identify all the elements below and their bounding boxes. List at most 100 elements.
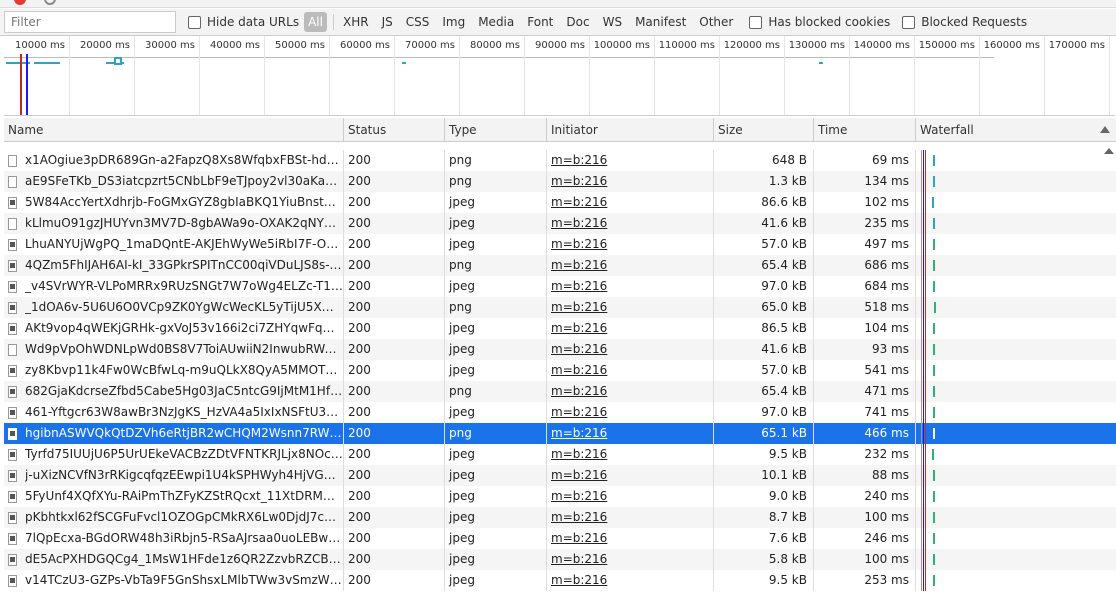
initiator-link[interactable]: m=b:216	[551, 531, 607, 545]
type-filter-other[interactable]: Other	[695, 12, 737, 32]
overview-timeline[interactable]: 10000 ms 20000 ms 30000 ms 40000 ms 50000 ms…	[4, 36, 1115, 116]
table-row[interactable]: 682GjaKdcrseZfbd5Cabe5Hg03JaC5ntcG9IjMtM…	[4, 381, 1116, 402]
column-header-size[interactable]: Size	[714, 118, 814, 142]
initiator-link[interactable]: m=b:216	[551, 510, 607, 524]
waterfall-marker-line	[923, 276, 924, 297]
initiator-link[interactable]: m=b:216	[551, 258, 607, 272]
table-row[interactable]: hgibnASWVQkQtDZVh6eRtjBR2wCHQM2Wsnn7RWhe…	[4, 423, 1116, 444]
clear-button[interactable]	[44, 0, 56, 5]
table-row[interactable]: _v4SVrWYR-VLPoMRRx9RUzSNGt7W7oWg4ELZc-T1…	[4, 276, 1116, 297]
column-header-waterfall[interactable]: Waterfall	[916, 118, 1116, 142]
cell-name[interactable]: 7lQpEcxa-BGdORW48h3iRbjn5-RSaAJrsaa0uoLE…	[4, 528, 344, 549]
table-row[interactable]: 5W84AccYertXdhrjb-FoGMxGYZ8gbIaBKQ1YiuBn…	[4, 192, 1116, 213]
table-row[interactable]: _1dOA6v-5U6U6O0VCp9ZK0YgWcWecKL5yTijU5XW…	[4, 297, 1116, 318]
table-row[interactable]: j-uXizNCVfN3rRKigcqfqzEEwpi1U4kSPHWyh4Hj…	[4, 465, 1116, 486]
type-filter-js[interactable]: JS	[378, 12, 397, 32]
cell-name[interactable]: _v4SVrWYR-VLPoMRRx9RUzSNGt7W7oWg4ELZc-T1…	[4, 276, 344, 297]
cell-status: 200	[344, 444, 445, 465]
has-blocked-cookies-toggle[interactable]: Has blocked cookies	[749, 15, 890, 29]
cell-name[interactable]: Wd9pVpOhWDNLpWd0BS8V7ToiAUwiiN2InwubRWoY…	[4, 339, 344, 360]
initiator-link[interactable]: m=b:216	[551, 237, 607, 251]
blocked-requests-toggle[interactable]: Blocked Requests	[902, 15, 1027, 29]
table-row[interactable]: Tyrfd75IUUjU6P5UrUEkeVACBzZDtVFNTKRJLjx8…	[4, 444, 1116, 465]
initiator-link[interactable]: m=b:216	[551, 405, 607, 419]
table-row[interactable]: kLlmuO91gzJHUYvn3MV7D-8gbAWa9o-OXAK2qNY8…	[4, 213, 1116, 234]
initiator-link[interactable]: m=b:216	[551, 279, 607, 293]
initiator-link[interactable]: m=b:216	[551, 552, 607, 566]
type-filter-media[interactable]: Media	[474, 12, 518, 32]
type-filter-manifest[interactable]: Manifest	[631, 12, 690, 32]
cell-name[interactable]: 5W84AccYertXdhrjb-FoGMxGYZ8gbIaBKQ1YiuBn…	[4, 192, 344, 213]
table-row[interactable]: LhuANYUjWgPQ_1maDQntE-AKJEhWyWe5iRbI7F-O…	[4, 234, 1116, 255]
hide-data-urls-toggle[interactable]: Hide data URLs	[188, 15, 299, 29]
table-row[interactable]: v14TCzU3-GZPs-VbTa9F5GnShsxLMlbTWw3vSmzW…	[4, 570, 1116, 591]
column-header-name[interactable]: Name	[4, 118, 344, 142]
cell-name[interactable]: dE5AcPXHDGQCg4_1MsW1HFde1z6QR2ZzvbRZCBdl…	[4, 549, 344, 570]
table-row[interactable]: 5FyUnf4XQfXYu-RAiPmThZFyKZStRQcxt_11XtDR…	[4, 486, 1116, 507]
initiator-link[interactable]: m=b:216	[551, 363, 607, 377]
initiator-link[interactable]: m=b:216	[551, 447, 607, 461]
table-row[interactable]: zy8Kbvp11k4Fw0WcBfwLq-m9uQLkX8QyA5MMOTV2…	[4, 360, 1116, 381]
waterfall-marker-line	[921, 297, 922, 318]
cell-name[interactable]: Tyrfd75IUUjU6P5UrUEkeVACBzZDtVFNTKRJLjx8…	[4, 444, 344, 465]
hide-data-urls-checkbox[interactable]	[188, 15, 201, 29]
type-filter-font[interactable]: Font	[523, 12, 557, 32]
cell-name[interactable]: aE9SFeTKb_DS3iatcpzrt5CNbLbF9eTJpoy2vl30…	[4, 171, 344, 192]
cell-name[interactable]: LhuANYUjWgPQ_1maDQntE-AKJEhWyWe5iRbI7F-O…	[4, 234, 344, 255]
column-header-time[interactable]: Time	[814, 118, 916, 142]
cell-name[interactable]: 682GjaKdcrseZfbd5Cabe5Hg03JaC5ntcG9IjMtM…	[4, 381, 344, 402]
scroll-up-arrow-icon[interactable]	[1104, 148, 1114, 154]
cell-name[interactable]: j-uXizNCVfN3rRKigcqfqzEEwpi1U4kSPHWyh4Hj…	[4, 465, 344, 486]
initiator-link[interactable]: m=b:216	[551, 195, 607, 209]
cell-name[interactable]: zy8Kbvp11k4Fw0WcBfwLq-m9uQLkX8QyA5MMOTV2…	[4, 360, 344, 381]
table-row[interactable]: 461-Yftgcr63W8awBr3NzJgKS_HzVA4a5IxIxNSF…	[4, 402, 1116, 423]
type-filter-ws[interactable]: WS	[599, 12, 626, 32]
cell-name[interactable]: AKt9vop4qWEKjGRHk-gxVoJ53v166i2ci7ZHYqwF…	[4, 318, 344, 339]
cell-initiator: m=b:216	[547, 318, 714, 339]
cell-name[interactable]: 461-Yftgcr63W8awBr3NzJgKS_HzVA4a5IxIxNSF…	[4, 402, 344, 423]
has-blocked-cookies-checkbox[interactable]	[749, 15, 763, 29]
initiator-link[interactable]: m=b:216	[551, 573, 607, 587]
cell-name[interactable]: x1AOgiue3pDR689Gn-a2FapzQ8Xs8WfqbxFBSt-h…	[4, 150, 344, 171]
cell-size: 86.5 kB	[714, 318, 814, 339]
type-filter-img[interactable]: Img	[438, 12, 469, 32]
table-row[interactable]: x1AOgiue3pDR689Gn-a2FapzQ8Xs8WfqbxFBSt-h…	[4, 150, 1116, 171]
column-header-status[interactable]: Status	[344, 118, 445, 142]
initiator-link[interactable]: m=b:216	[551, 342, 607, 356]
initiator-link[interactable]: m=b:216	[551, 468, 607, 482]
table-row[interactable]: 4QZm5FhIJAH6AI-kI_33GPkrSPITnCC00qiVDuLJ…	[4, 255, 1116, 276]
cell-time: 518 ms	[814, 297, 916, 318]
column-header-initiator[interactable]: Initiator	[547, 118, 714, 142]
cell-name[interactable]: 4QZm5FhIJAH6AI-kI_33GPkrSPITnCC00qiVDuLJ…	[4, 255, 344, 276]
initiator-link[interactable]: m=b:216	[551, 216, 607, 230]
cell-name[interactable]: _1dOA6v-5U6U6O0VCp9ZK0YgWcWecKL5yTijU5XW…	[4, 297, 344, 318]
column-header-type[interactable]: Type	[445, 118, 547, 142]
blocked-requests-checkbox[interactable]	[902, 15, 916, 29]
type-filter-xhr[interactable]: XHR	[339, 12, 373, 32]
record-button[interactable]	[14, 0, 26, 5]
cell-name[interactable]: kLlmuO91gzJHUYvn3MV7D-8gbAWa9o-OXAK2qNY8…	[4, 213, 344, 234]
initiator-link[interactable]: m=b:216	[551, 153, 607, 167]
initiator-link[interactable]: m=b:216	[551, 174, 607, 188]
initiator-link[interactable]: m=b:216	[551, 321, 607, 335]
table-row[interactable]: AKt9vop4qWEKjGRHk-gxVoJ53v166i2ci7ZHYqwF…	[4, 318, 1116, 339]
filter-input[interactable]	[4, 11, 176, 33]
type-filter-css[interactable]: CSS	[402, 12, 434, 32]
table-row[interactable]: aE9SFeTKb_DS3iatcpzrt5CNbLbF9eTJpoy2vl30…	[4, 171, 1116, 192]
cell-name[interactable]: hgibnASWVQkQtDZVh6eRtjBR2wCHQM2Wsnn7RWhe…	[4, 423, 344, 444]
table-row[interactable]: 7lQpEcxa-BGdORW48h3iRbjn5-RSaAJrsaa0uoLE…	[4, 528, 1116, 549]
initiator-link[interactable]: m=b:216	[551, 489, 607, 503]
cell-name[interactable]: pKbhtkxl62fSCGFuFvcl1OZOGpCMkRX6Lw0DjdJ7…	[4, 507, 344, 528]
table-row[interactable]: Wd9pVpOhWDNLpWd0BS8V7ToiAUwiiN2InwubRWoY…	[4, 339, 1116, 360]
initiator-link[interactable]: m=b:216	[551, 300, 607, 314]
cell-type: jpeg	[445, 339, 547, 360]
table-row[interactable]: pKbhtkxl62fSCGFuFvcl1OZOGpCMkRX6Lw0DjdJ7…	[4, 507, 1116, 528]
overview-tick-label: 150000 ms	[918, 40, 975, 51]
type-filter-all[interactable]: All	[304, 12, 327, 32]
cell-name[interactable]: v14TCzU3-GZPs-VbTa9F5GnShsxLMlbTWw3vSmzW…	[4, 570, 344, 591]
cell-name[interactable]: 5FyUnf4XQfXYu-RAiPmThZFyKZStRQcxt_11XtDR…	[4, 486, 344, 507]
type-filter-doc[interactable]: Doc	[562, 12, 593, 32]
initiator-link[interactable]: m=b:216	[551, 384, 607, 398]
table-row[interactable]: dE5AcPXHDGQCg4_1MsW1HFde1z6QR2ZzvbRZCBdl…	[4, 549, 1116, 570]
initiator-link[interactable]: m=b:216	[551, 426, 607, 440]
